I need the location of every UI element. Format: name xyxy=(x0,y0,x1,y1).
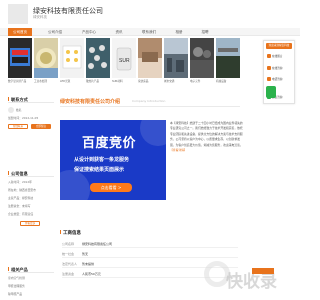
company-info-line: 注册资金：未填写 xyxy=(8,204,31,208)
contact-title: 联系方式 xyxy=(8,96,54,103)
product-thumb[interactable] xyxy=(190,38,214,78)
product-thumb[interactable]: SUR xyxy=(112,38,136,78)
business-info-row: 公司名称 绿安科技有限责任公司 xyxy=(62,240,238,248)
product-caption[interactable]: 电子元件 xyxy=(190,79,214,83)
product-image xyxy=(216,38,240,78)
product-caption[interactable]: 机械设备 xyxy=(216,79,240,83)
company-info-line: 入驻时间：2012年 xyxy=(8,180,32,184)
related-product-link[interactable]: 室内空气检测 xyxy=(8,276,54,280)
banner-decoration xyxy=(140,120,166,146)
chat-icon xyxy=(267,66,271,70)
company-info-line: 主营产品：绿安科技 xyxy=(8,196,34,200)
product-thumb[interactable] xyxy=(138,38,162,78)
product-thumb[interactable] xyxy=(8,38,32,78)
product-image xyxy=(164,38,188,78)
product-thumb[interactable] xyxy=(34,38,58,78)
banner-cta-button[interactable]: 点击看看 > xyxy=(90,183,132,192)
info-value: 暂未提供 xyxy=(82,262,95,266)
company-intro-text: 本【绿安科技】始建于二十四小时已经成为国内业界领先的专业研究公司之一。我们始终致… xyxy=(170,121,244,153)
floating-panel-title: 欢迎来到绿安科技 xyxy=(266,43,292,49)
contact-join-date: 加盟时间：2012-11-05 xyxy=(8,116,39,120)
product-caption[interactable]: LED光源 xyxy=(60,79,84,83)
nav-item-products[interactable]: 产品中心 xyxy=(78,28,100,36)
nav-item-about[interactable]: 公司介绍 xyxy=(44,28,66,36)
main-nav: 公司首页 公司介绍 产品中心 资讯 联系我们 相册 招聘 xyxy=(0,28,300,36)
product-gallery: 数字显示屏产品 工业水处理 LED光源 散热片产品 SUR SUR材料 家纺床品… xyxy=(8,38,240,86)
business-info-title: 工商信息 xyxy=(60,230,81,236)
intro-section-subtitle: Company Introduction xyxy=(132,99,166,103)
product-caption[interactable]: 工业水处理 xyxy=(34,79,58,83)
phone-icon xyxy=(267,77,271,81)
banner-decoration xyxy=(60,170,90,200)
product-image xyxy=(34,48,58,78)
product-thumb[interactable] xyxy=(60,38,84,78)
product-image xyxy=(88,45,107,69)
product-image xyxy=(190,47,214,78)
section-divider xyxy=(60,106,240,107)
company-info-line: 企业类型：有限责任 xyxy=(8,212,34,216)
accent-strip xyxy=(252,268,274,274)
ad-banner[interactable]: 百度竞价 从设计到获客一条龙服务 保证搜索结果页面展示 点击看看 > xyxy=(60,120,166,200)
online-contact-button[interactable]: 在线联系 xyxy=(8,124,28,129)
float-row-label: 电话咨询 xyxy=(272,78,283,81)
nav-item-album[interactable]: 相册 xyxy=(172,28,186,36)
intro-paragraph: 本【绿安科技】始建于二十四小时已经成为国内业界领先的专业研究公司之一。我们始终致… xyxy=(170,121,243,147)
product-caption[interactable]: 城市交通 xyxy=(164,79,188,83)
nav-item-jobs[interactable]: 招聘 xyxy=(198,28,212,36)
product-thumb[interactable] xyxy=(86,38,110,78)
float-row-label: 在线咨询 xyxy=(272,67,283,70)
view-more-button[interactable]: 查看更多 xyxy=(20,221,40,226)
svg-text:SUR: SUR xyxy=(119,58,130,64)
product-thumb[interactable] xyxy=(216,38,240,78)
info-value: 绿安科技有限责任公司 xyxy=(82,242,113,246)
contact-name: 姓名 xyxy=(16,108,22,112)
wechat-badge-icon[interactable] xyxy=(266,86,276,98)
header: 绿安科技有限责任公司 绿安科技 xyxy=(0,0,300,28)
intro-more-link[interactable]: 【查看详情】 xyxy=(170,148,187,152)
product-caption[interactable]: 数字显示屏产品 xyxy=(8,79,32,83)
watermark: 快收录 xyxy=(200,255,300,300)
float-row-consult[interactable]: 在线咨询 xyxy=(267,66,293,71)
product-caption[interactable]: 散热片产品 xyxy=(86,79,110,83)
nav-item-home[interactable]: 公司首页 xyxy=(8,28,32,36)
nav-item-contact[interactable]: 联系我们 xyxy=(138,28,160,36)
info-label: 公司名称 xyxy=(62,242,75,246)
intro-section-title: 绿安科技有限责任公司介绍 xyxy=(60,99,121,105)
related-product-link[interactable]: 除甲醛产品 xyxy=(8,292,54,296)
company-info-line: 所在地：陕西省西安市 xyxy=(8,188,36,192)
product-caption[interactable]: SUR材料 xyxy=(112,79,136,83)
product-image xyxy=(138,38,162,78)
info-value: 人民币50万元 xyxy=(82,272,101,276)
company-logo[interactable] xyxy=(8,4,28,24)
nav-item-news[interactable]: 资讯 xyxy=(112,28,126,36)
banner-line: 从设计到获客一条龙服务 xyxy=(74,157,130,163)
info-label: 注册资金 xyxy=(62,272,75,276)
float-row-phone[interactable]: 电话咨询 xyxy=(267,77,293,82)
banner-line: 保证搜索结果页面展示 xyxy=(74,167,125,173)
product-image xyxy=(62,45,82,69)
banner-title: 百度竞价 xyxy=(82,136,137,151)
product-image xyxy=(10,48,30,66)
company-info-title: 公司信息 xyxy=(8,170,54,177)
leave-message-button[interactable]: 立即留言 xyxy=(31,124,51,129)
company-subtitle: 绿安科技 xyxy=(33,15,47,19)
related-products-title: 相关产品 xyxy=(8,266,54,273)
float-row-message[interactable]: 在线留言 xyxy=(267,54,293,59)
float-row-label: 在线留言 xyxy=(272,55,283,58)
avatar xyxy=(8,107,14,113)
related-product-link[interactable]: 甲醛治理服务 xyxy=(8,284,54,288)
info-label: 统一社会 xyxy=(62,252,75,256)
product-caption[interactable]: 家纺床品 xyxy=(138,79,162,83)
info-label: 法定代表人 xyxy=(62,262,78,266)
product-image: SUR xyxy=(116,47,132,71)
info-value: 暂无 xyxy=(82,252,89,256)
message-icon xyxy=(267,54,271,58)
product-thumb[interactable] xyxy=(164,38,188,78)
